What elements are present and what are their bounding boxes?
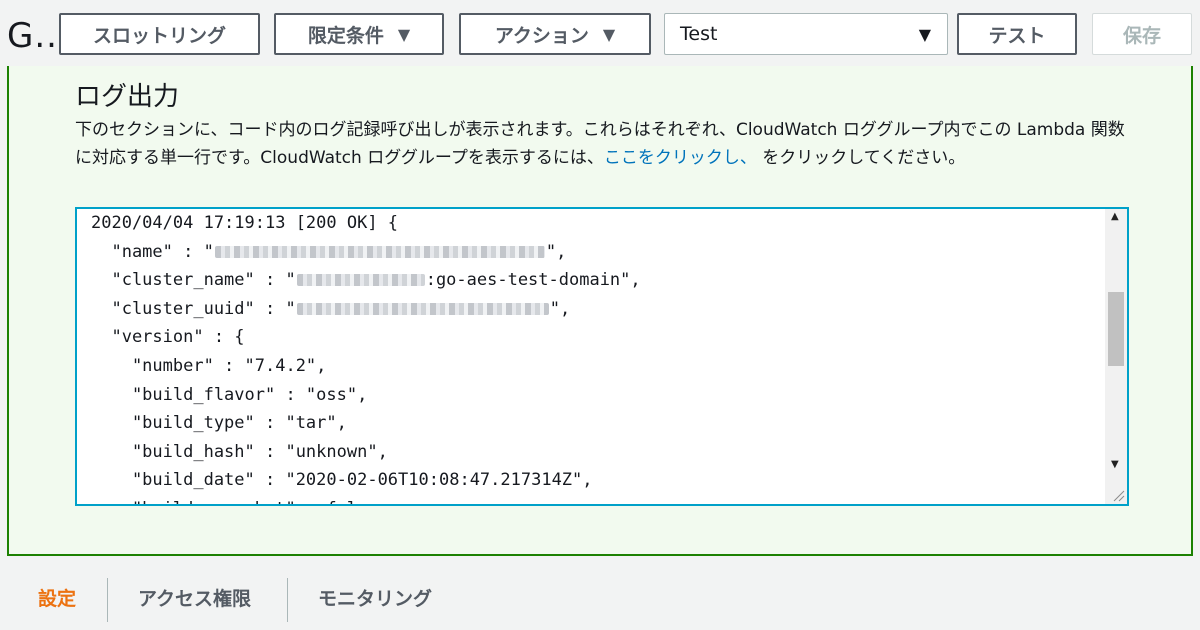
- log-output-description: 下のセクションに、コード内のログ記録呼び出しが表示されます。これらはそれぞれ、C…: [75, 116, 1130, 172]
- test-event-select[interactable]: Test ▼: [664, 13, 948, 55]
- function-toolbar: G.. スロットリング 限定条件 ▼ アクション ▼ Test ▼ テスト 保存: [0, 0, 1200, 66]
- log-line: "build_date" : "2020-02-06T10:08:47.2173…: [91, 470, 593, 491]
- log-output-textarea[interactable]: 2020/04/04 17:19:13 [200 OK] { "name" : …: [75, 207, 1129, 506]
- log-output-title: ログ出力: [75, 82, 180, 112]
- throttling-button[interactable]: スロットリング: [59, 13, 260, 55]
- caret-down-icon: ▼: [602, 24, 616, 44]
- vertical-scrollbar[interactable]: ▲ ▼: [1105, 209, 1127, 504]
- log-line: "build_hash" : "unknown",: [91, 441, 388, 462]
- scroll-down-arrow-icon[interactable]: ▼: [1111, 459, 1119, 470]
- function-title: G..: [7, 16, 58, 56]
- tab-settings[interactable]: 設定: [38, 584, 76, 611]
- log-line: "build_snapshot" : false,: [91, 495, 641, 504]
- throttling-label: スロットリング: [92, 24, 226, 47]
- redacted-value: [214, 245, 545, 258]
- tab-divider: [287, 578, 288, 622]
- test-event-value: Test: [680, 23, 718, 45]
- cloudwatch-log-link[interactable]: ここをクリックし、: [604, 148, 757, 168]
- save-button[interactable]: 保存: [1092, 13, 1192, 55]
- execution-result-panel: ログ出力 下のセクションに、コード内のログ記録呼び出しが表示されます。これらはそ…: [7, 66, 1193, 556]
- description-text: 下のセクションに、コード内のログ記録呼び出しが表示されます。これらはそれぞれ、C…: [75, 120, 1125, 168]
- scrollbar-thumb[interactable]: [1108, 292, 1124, 366]
- actions-dropdown[interactable]: アクション ▼: [459, 13, 651, 55]
- actions-label: アクション: [494, 24, 589, 47]
- caret-down-icon: ▼: [397, 24, 411, 44]
- scroll-up-arrow-icon[interactable]: ▲: [1111, 211, 1119, 222]
- qualifiers-dropdown[interactable]: 限定条件 ▼: [274, 13, 444, 55]
- tab-permissions[interactable]: アクセス権限: [138, 584, 251, 611]
- function-tabs: 設定 アクセス権限 モニタリング: [0, 570, 1200, 630]
- log-line: "cluster_name" : ":go-aes-test-domain",: [91, 270, 641, 291]
- log-lines: 2020/04/04 17:19:13 [200 OK] { "name" : …: [91, 209, 641, 504]
- save-button-label: 保存: [1122, 24, 1161, 47]
- resize-handle-icon[interactable]: [1111, 488, 1125, 502]
- tab-divider: [107, 578, 108, 622]
- log-line: "cluster_uuid" : " ",: [91, 298, 571, 319]
- log-line: "build_type" : "tar",: [91, 413, 347, 434]
- tab-monitoring[interactable]: モニタリング: [318, 584, 432, 611]
- test-button-label: テスト: [988, 24, 1046, 47]
- redacted-value: [296, 274, 425, 287]
- log-line: 2020/04/04 17:19:13 [200 OK] {: [91, 213, 399, 233]
- log-line: "build_flavor" : "oss",: [91, 384, 368, 405]
- caret-down-icon: ▼: [918, 25, 931, 44]
- log-line: "version" : {: [91, 327, 245, 348]
- log-line: "name" : " ",: [91, 241, 567, 262]
- description-text-suffix: をクリックしてください。: [756, 148, 966, 168]
- log-line: "number" : "7.4.2",: [91, 355, 327, 376]
- qualifiers-label: 限定条件: [307, 24, 384, 47]
- redacted-value: [296, 302, 549, 315]
- test-button[interactable]: テスト: [957, 13, 1077, 55]
